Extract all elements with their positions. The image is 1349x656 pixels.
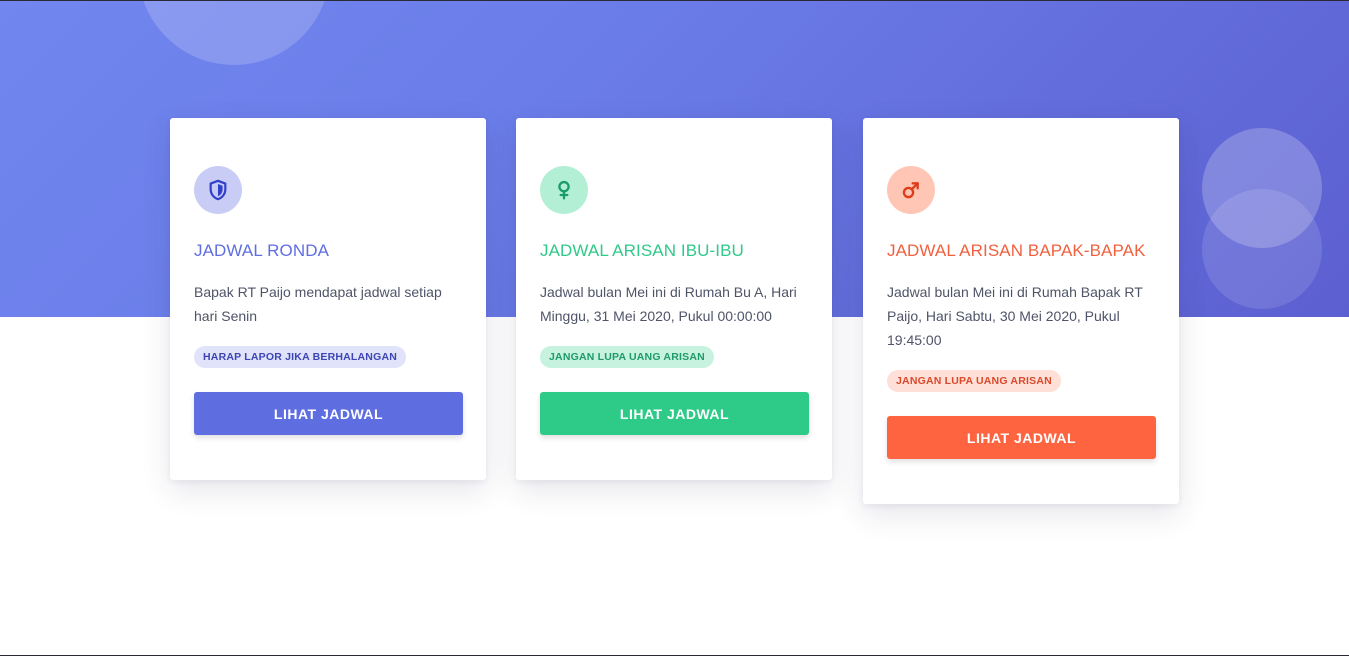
decorative-circle [1202,189,1322,309]
card-title: JADWAL ARISAN BAPAK-BAPAK [887,241,1146,260]
card-jadwal-arisan-ibu: JADWAL ARISAN IBU-IBU Jadwal bulan Mei i… [516,118,832,480]
status-badge: JANGAN LUPA UANG ARISAN [540,346,714,368]
card-title: JADWAL ARISAN IBU-IBU [540,241,744,260]
card-jadwal-arisan-bapak: JADWAL ARISAN BAPAK-BAPAK Jadwal bulan M… [863,118,1179,504]
status-badge: HARAP LAPOR JIKA BERHALANGAN [194,346,407,368]
card-title: JADWAL RONDA [194,241,330,260]
status-badge: JANGAN LUPA UANG ARISAN [887,370,1061,392]
card-description: Jadwal bulan Mei ini di Rumah Bapak RT P… [887,284,1143,348]
lihat-jadwal-button[interactable]: LIHAT JADWAL [887,416,1156,459]
card-description: Jadwal bulan Mei ini di Rumah Bu A, Hari… [540,284,797,324]
male-icon [887,166,935,214]
card-description: Bapak RT Paijo mendapat jadwal setiap ha… [194,284,442,324]
decorative-circle [138,1,330,65]
lihat-jadwal-button[interactable]: LIHAT JADWAL [194,392,463,435]
shield-icon [194,166,242,214]
female-icon [540,166,588,214]
lihat-jadwal-button[interactable]: LIHAT JADWAL [540,392,809,435]
card-jadwal-ronda: JADWAL RONDA Bapak RT Paijo mendapat jad… [170,118,486,480]
